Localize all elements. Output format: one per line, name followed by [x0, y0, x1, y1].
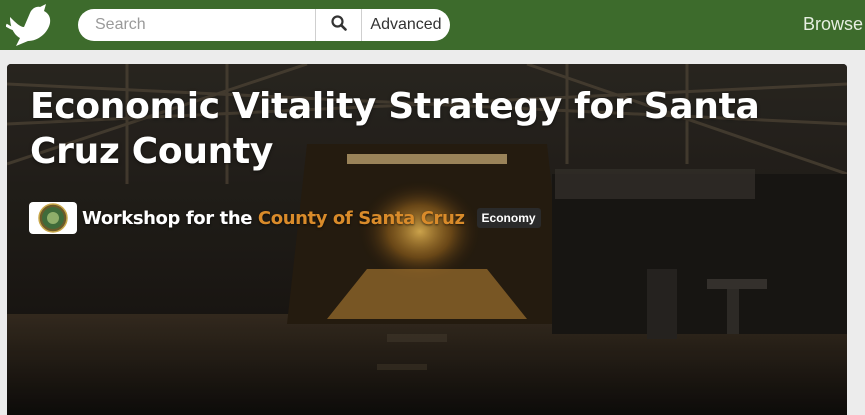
- page-title: Economic Vitality Strategy for Santa Cru…: [30, 86, 760, 172]
- top-nav-bar: Advanced Browse: [0, 0, 865, 50]
- byline-text: Workshop for the County of Santa Cruz: [82, 208, 465, 229]
- search-bar: Advanced: [78, 9, 450, 41]
- hero-banner: Economic Vitality Strategy for Santa Cru…: [7, 64, 847, 415]
- topic-tag[interactable]: Economy: [476, 208, 541, 228]
- search-input[interactable]: [78, 9, 315, 41]
- byline: Workshop for the County of Santa Cruz Ec…: [29, 201, 541, 235]
- magnifier-icon: [330, 14, 347, 36]
- browse-link[interactable]: Browse: [803, 14, 863, 35]
- county-seal-icon[interactable]: [29, 202, 77, 234]
- advanced-search-button[interactable]: Advanced: [362, 9, 450, 41]
- byline-prefix: Workshop for the: [82, 207, 253, 229]
- search-button[interactable]: [315, 9, 362, 41]
- dove-logo-icon[interactable]: [5, 3, 56, 47]
- organization-link[interactable]: County of Santa Cruz: [258, 208, 465, 229]
